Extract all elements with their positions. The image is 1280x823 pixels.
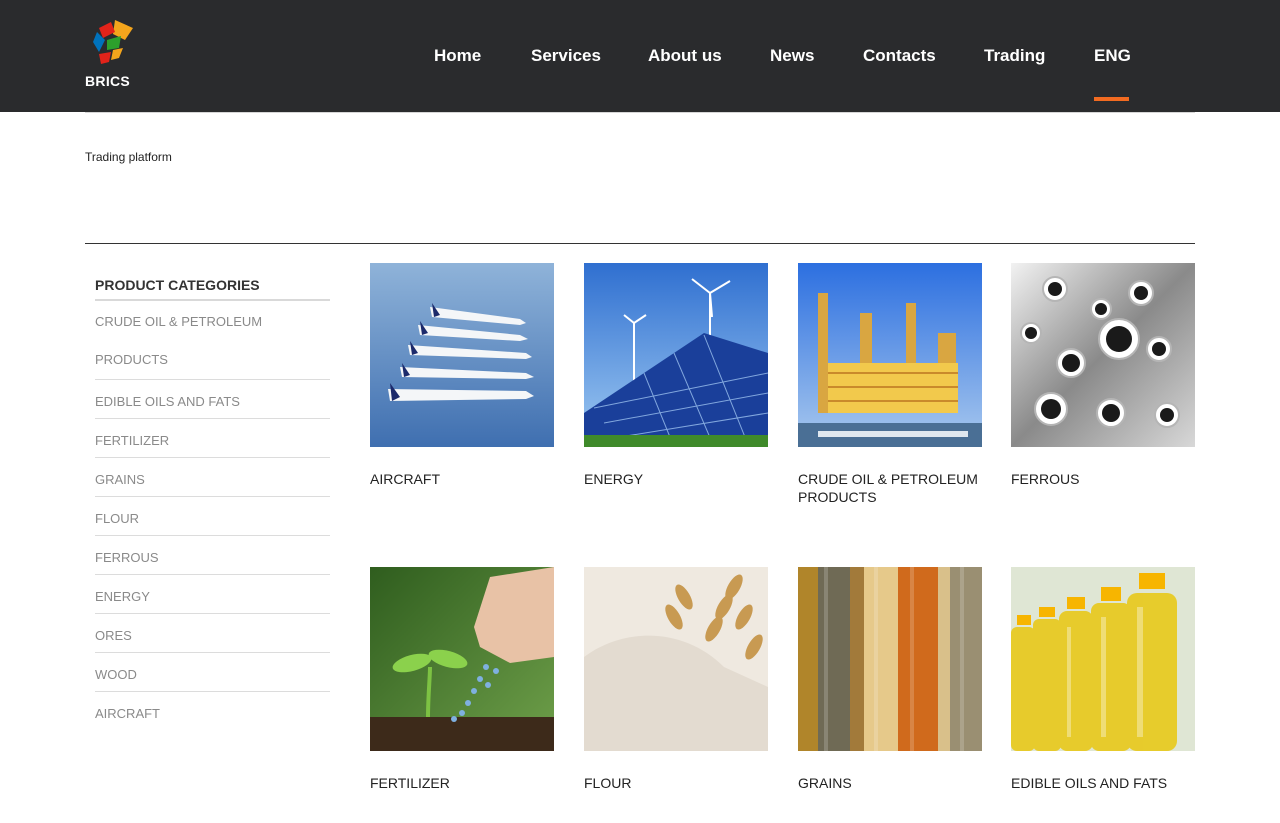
sidebar-item-aircraft[interactable]: AIRCRAFT xyxy=(95,692,330,731)
sidebar-item-ores[interactable]: ORES xyxy=(95,614,330,653)
sidebar-item-label: CRUDE OIL & PETROLEUM PRODUCTS xyxy=(95,314,263,367)
refinery-image[interactable] xyxy=(798,263,982,447)
brics-logo-icon xyxy=(93,20,133,64)
flour-image[interactable] xyxy=(584,567,768,751)
sidebar-item-label: ORES xyxy=(95,628,132,643)
brics-logo[interactable]: BRICS xyxy=(85,18,137,90)
product-card-fertilizer[interactable]: FERTILIZER xyxy=(370,567,554,792)
logo-text: BRICS xyxy=(85,73,131,89)
nav-trading[interactable]: Trading xyxy=(984,46,1045,66)
product-title[interactable]: CRUDE OIL & PETROLEUM PRODUCTS xyxy=(798,470,982,506)
product-title[interactable]: AIRCRAFT xyxy=(370,470,554,488)
sidebar-item-label: FERROUS xyxy=(95,550,159,565)
nav-contacts[interactable]: Contacts xyxy=(863,46,936,66)
steel-pipes-image[interactable] xyxy=(1011,263,1195,447)
solar-panel-image[interactable] xyxy=(584,263,768,447)
header-divider xyxy=(85,112,1195,113)
product-card-aircraft[interactable]: AIRCRAFT xyxy=(370,263,554,488)
product-card-grains[interactable]: GRAINS xyxy=(798,567,982,792)
sidebar-item-wood[interactable]: WOOD xyxy=(95,653,330,692)
nav-home[interactable]: Home xyxy=(434,46,481,66)
nav-about-us[interactable]: About us xyxy=(648,46,722,66)
site-header: BRICS Home Services About us News Contac… xyxy=(0,0,1280,112)
product-title[interactable]: FLOUR xyxy=(584,774,768,792)
sidebar-item-label: FERTILIZER xyxy=(95,433,170,448)
product-title[interactable]: FERTILIZER xyxy=(370,774,554,792)
sidebar-item-label: AIRCRAFT xyxy=(95,706,160,721)
sidebar-item-label: GRAINS xyxy=(95,472,145,487)
sidebar-title: PRODUCT CATEGORIES xyxy=(95,277,330,301)
product-title[interactable]: EDIBLE OILS AND FATS xyxy=(1011,774,1195,792)
sidebar-item-ferrous[interactable]: FERROUS xyxy=(95,536,330,575)
sidebar-item-grains[interactable]: GRAINS xyxy=(95,458,330,497)
product-card-edible-oils[interactable]: EDIBLE OILS AND FATS xyxy=(1011,567,1195,792)
active-nav-indicator xyxy=(1094,97,1129,101)
breadcrumb: Trading platform xyxy=(85,150,172,164)
fertilizer-image[interactable] xyxy=(370,567,554,751)
sidebar-item-label: EDIBLE OILS AND FATS xyxy=(95,394,240,409)
product-card-ferrous[interactable]: FERROUS xyxy=(1011,263,1195,488)
aircraft-image[interactable] xyxy=(370,263,554,447)
product-title[interactable]: ENERGY xyxy=(584,470,768,488)
section-divider xyxy=(85,243,1195,244)
nav-services[interactable]: Services xyxy=(531,46,601,66)
product-card-energy[interactable]: ENERGY xyxy=(584,263,768,488)
sidebar-item-edible-oils[interactable]: EDIBLE OILS AND FATS xyxy=(95,380,330,419)
grains-image[interactable] xyxy=(798,567,982,751)
category-list: CRUDE OIL & PETROLEUM PRODUCTS EDIBLE OI… xyxy=(95,301,330,731)
sidebar-item-label: FLOUR xyxy=(95,511,140,526)
product-card-crude-oil[interactable]: CRUDE OIL & PETROLEUM PRODUCTS xyxy=(798,263,982,506)
nav-news[interactable]: News xyxy=(770,46,814,66)
sidebar-item-flour[interactable]: FLOUR xyxy=(95,497,330,536)
product-title[interactable]: FERROUS xyxy=(1011,470,1195,488)
product-card-flour[interactable]: FLOUR xyxy=(584,567,768,792)
sidebar-item-energy[interactable]: ENERGY xyxy=(95,575,330,614)
sidebar-item-crude-oil[interactable]: CRUDE OIL & PETROLEUM PRODUCTS xyxy=(95,301,330,380)
oil-bottles-image[interactable] xyxy=(1011,567,1195,751)
sidebar-item-label: ENERGY xyxy=(95,589,150,604)
product-categories-sidebar: PRODUCT CATEGORIES CRUDE OIL & PETROLEUM… xyxy=(95,277,330,731)
product-title[interactable]: GRAINS xyxy=(798,774,982,792)
nav-language-eng[interactable]: ENG xyxy=(1094,46,1131,66)
sidebar-item-fertilizer[interactable]: FERTILIZER xyxy=(95,419,330,458)
sidebar-item-label: WOOD xyxy=(95,667,137,682)
